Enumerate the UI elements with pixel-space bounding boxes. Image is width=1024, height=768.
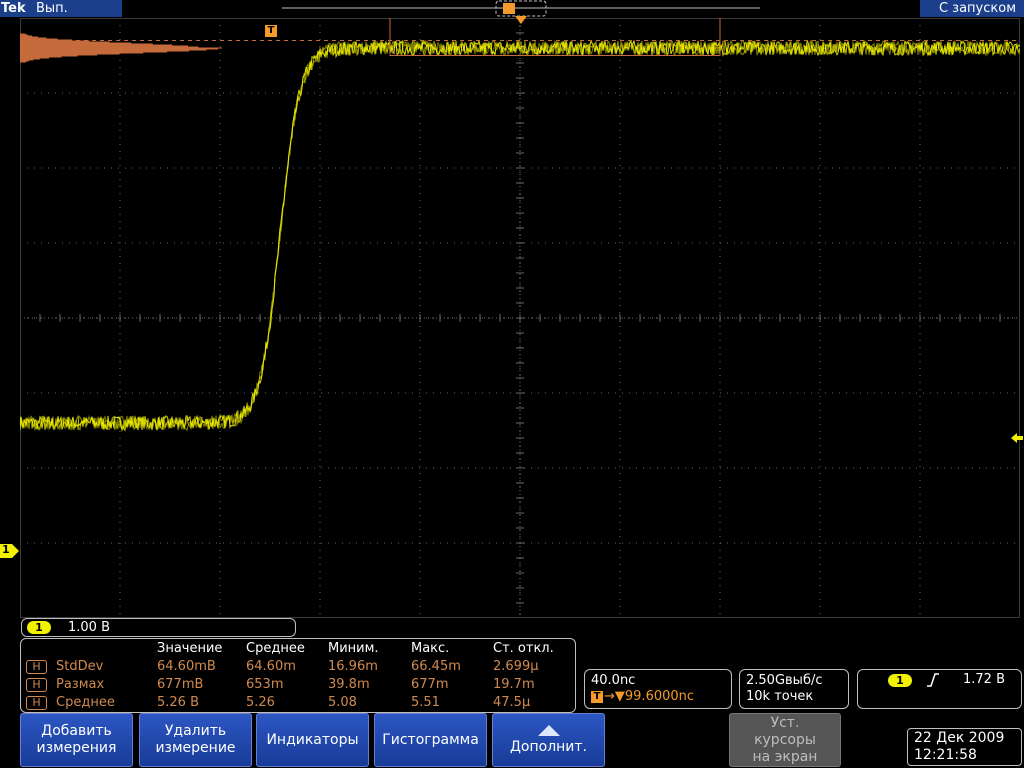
channel-1-scale: 1.00 В (68, 620, 110, 635)
histogram-button[interactable]: Гистограмма (374, 713, 487, 767)
cell-value: 677mВ (157, 677, 204, 692)
cell-min: 39.8m (328, 677, 370, 692)
row-badge: H (26, 696, 47, 710)
record-view-bar (282, 0, 760, 17)
trigger-source-badge: 1 (888, 674, 912, 687)
trigger-delay-icon: T (591, 691, 603, 703)
button-label: Удалить (164, 723, 227, 739)
row-badge: H (26, 660, 47, 674)
rising-edge-icon (927, 673, 939, 687)
trigger-delay: →▼99.6000nс (604, 689, 695, 704)
button-label: измерения (36, 740, 117, 756)
channel-1-readout[interactable]: 1 1.00 В (21, 618, 296, 637)
time-per-div: 40.0nс (591, 673, 636, 688)
button-label: Добавить (41, 723, 112, 739)
date: 22 Дек 2009 (914, 730, 1005, 746)
graticule (20, 18, 1020, 618)
horizontal-readout[interactable]: 40.0nс T →▼99.6000nс (584, 669, 732, 709)
cell-stddev: 2.699µ (493, 659, 539, 674)
remove-measurement-button[interactable]: Удалить измерение (139, 713, 252, 767)
cell-value: 64.60mВ (157, 659, 216, 674)
header-stddev: Ст. откл. (493, 641, 554, 656)
header-max: Макс. (411, 641, 450, 656)
up-arrow-icon (537, 724, 560, 736)
button-label: Уст. (770, 714, 800, 731)
cell-min: 16.96m (328, 659, 378, 674)
trigger-readout[interactable]: 1 1.72 В (857, 669, 1022, 709)
button-label: на экран (752, 748, 818, 765)
acquisition-readout[interactable]: 2.50Gвыб/с 10k точек (739, 669, 849, 709)
header-min: Миним. (328, 641, 379, 656)
cell-stddev: 47.5µ (493, 695, 531, 710)
cell-min: 5.08 (328, 695, 357, 710)
button-label: Дополнит. (509, 738, 588, 755)
channel-1-badge: 1 (27, 621, 51, 634)
trigger-level: 1.72 В (963, 672, 1005, 687)
trigger-position-icon: T (265, 25, 277, 37)
row-name: Размах (56, 677, 105, 692)
indicators-button[interactable]: Индикаторы (256, 713, 369, 767)
trigger-level-arrow-icon[interactable] (1011, 433, 1023, 443)
time: 12:21:58 (914, 747, 977, 763)
waveform-display[interactable] (20, 18, 1020, 618)
row-name: StdDev (56, 659, 104, 674)
histogram (20, 33, 222, 63)
cell-max: 5.51 (411, 695, 440, 710)
header-mean: Среднее (246, 641, 305, 656)
grid-lines (20, 18, 1020, 618)
cell-mean: 653m (246, 677, 284, 692)
top-status-bar: Tek Вып. С запуском (0, 0, 1024, 17)
header-value: Значение (157, 641, 223, 656)
button-label: курсоры (754, 731, 816, 748)
cell-mean: 64.60m (246, 659, 296, 674)
measurements-table[interactable]: Значение Среднее Миним. Макс. Ст. откл. … (20, 638, 576, 713)
trigger-point-arrow-icon (515, 16, 527, 24)
cell-stddev: 19.7m (493, 677, 535, 692)
add-measurement-button[interactable]: Добавить измерения (20, 713, 133, 767)
cell-max: 66.45m (411, 659, 461, 674)
cell-max: 677m (411, 677, 449, 692)
row-name: Среднее (56, 695, 115, 710)
sample-rate: 2.50Gвыб/с (746, 673, 823, 688)
more-button[interactable]: Дополнит. (492, 713, 605, 767)
channel-marker-label: 1 (2, 543, 10, 556)
trigger-mode[interactable]: С запуском (920, 0, 1024, 17)
date-time[interactable]: 22 Дек 2009 12:21:58 (907, 728, 1022, 766)
cell-value: 5.26 В (157, 695, 199, 710)
channel-1-ground-marker[interactable]: 1 (0, 543, 20, 558)
row-badge: H (26, 678, 47, 692)
bring-cursors-on-screen-button[interactable]: Уст. курсоры на экран (729, 713, 841, 767)
button-label: измерение (155, 740, 236, 756)
cell-mean: 5.26 (246, 695, 275, 710)
record-length: 10k точек (746, 689, 814, 704)
